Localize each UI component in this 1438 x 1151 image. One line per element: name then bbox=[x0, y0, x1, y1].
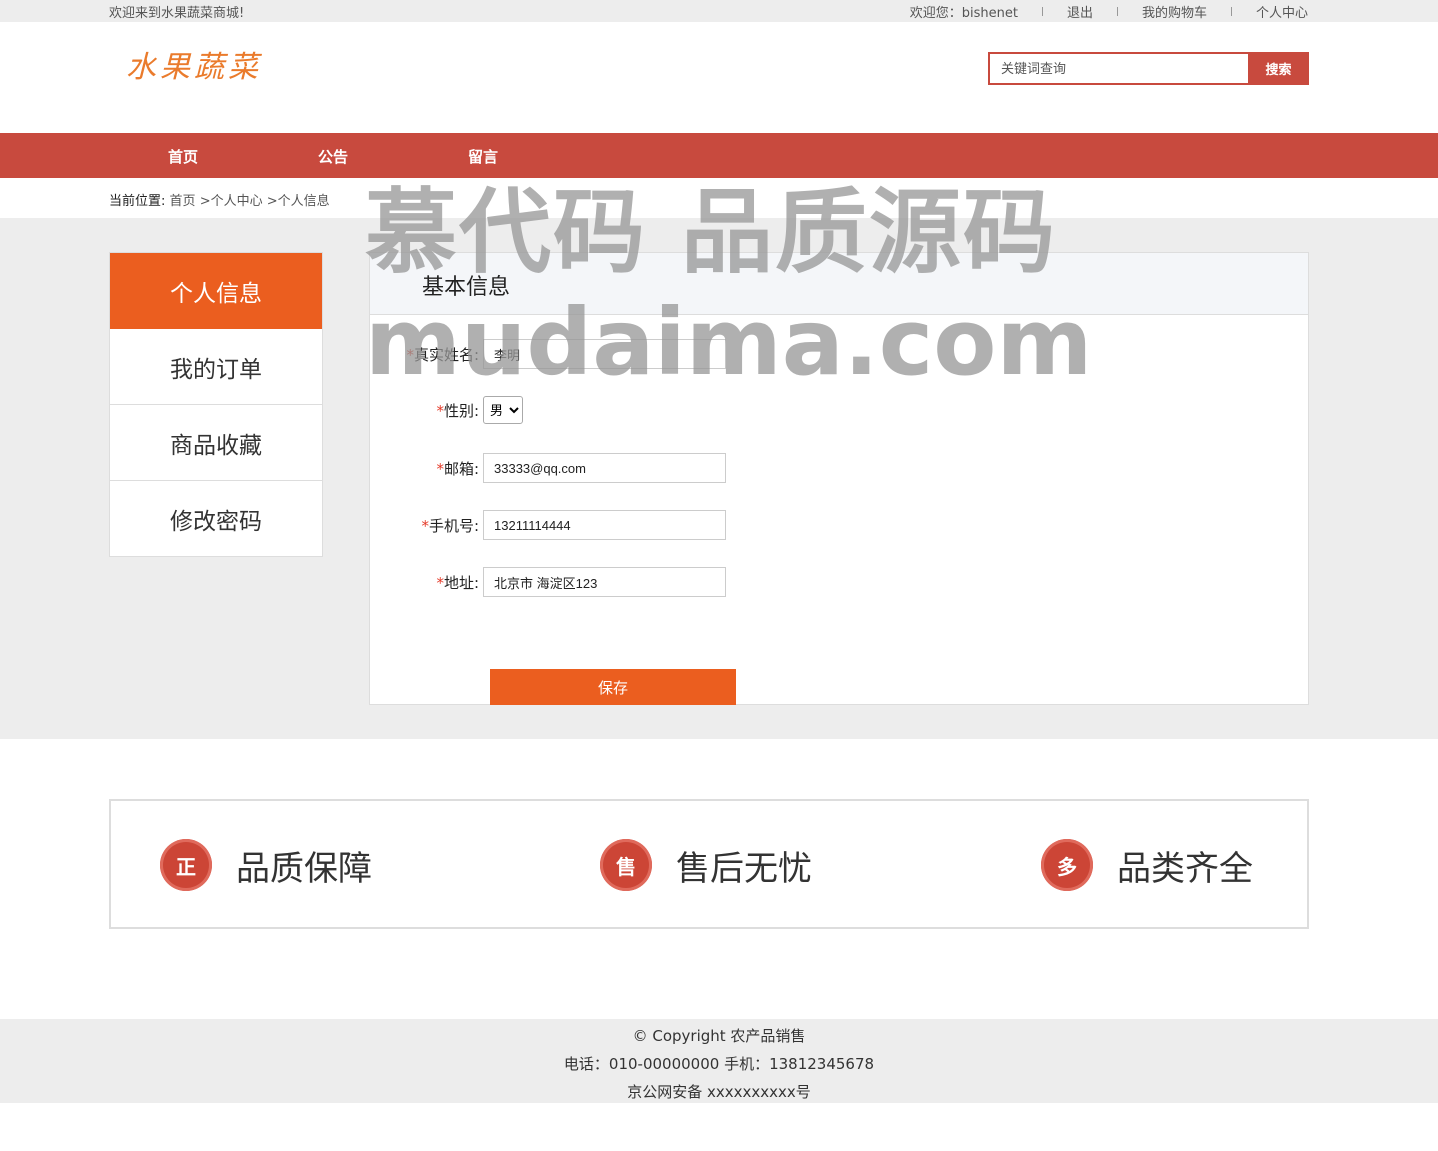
feature-text: 品类齐全 bbox=[1117, 848, 1253, 889]
breadcrumb: 当前位置: 首页 >个人中心 >个人信息 bbox=[109, 190, 330, 209]
footer-copyright: © Copyright 农产品销售 bbox=[632, 1027, 806, 1045]
user-greeting: 欢迎您：bishenet bbox=[909, 6, 1018, 21]
footer-icp: 京公网安备 xxxxxxxxxx号 bbox=[627, 1083, 811, 1101]
certified-icon: 正 bbox=[160, 839, 212, 891]
divider bbox=[1230, 7, 1232, 16]
form-row-address: *地址: bbox=[370, 567, 726, 597]
save-button[interactable]: 保存 bbox=[490, 669, 736, 705]
site-logo[interactable]: 水果蔬菜 bbox=[126, 42, 262, 86]
sidebar: 个人信息 我的订单 商品收藏 修改密码 bbox=[109, 252, 323, 557]
name-label: *真实姓名: bbox=[406, 345, 479, 364]
address-label: *地址: bbox=[436, 573, 479, 592]
form-row-gender: *性别: 男 bbox=[370, 396, 523, 424]
footer: © Copyright 农产品销售 电话：010-00000000 手机：138… bbox=[0, 1019, 1438, 1103]
address-field[interactable] bbox=[483, 567, 726, 597]
panel-title: 基本信息 bbox=[422, 275, 511, 300]
nav-item-home[interactable]: 首页 bbox=[168, 146, 198, 167]
top-links: 欢迎您：bishenet 退出 我的购物车 个人中心 bbox=[910, 2, 1308, 21]
search-input[interactable] bbox=[988, 52, 1248, 85]
main-nav: 首页 公告 留言 bbox=[0, 133, 1438, 178]
email-label: *邮箱: bbox=[436, 459, 479, 478]
name-field[interactable] bbox=[483, 339, 726, 369]
feature-variety: 多 品类齐全 bbox=[1041, 839, 1253, 891]
cart-link[interactable]: 我的购物车 bbox=[1142, 2, 1207, 21]
feature-text: 品质保障 bbox=[236, 848, 372, 889]
footer-contact: 电话：010-00000000 手机：13812345678 bbox=[563, 1055, 875, 1073]
after-sales-icon: 售 bbox=[600, 839, 652, 891]
variety-icon: 多 bbox=[1041, 839, 1093, 891]
nav-item-notice[interactable]: 公告 bbox=[318, 146, 348, 167]
gender-select[interactable]: 男 bbox=[483, 396, 523, 424]
breadcrumb-home[interactable]: 首页 bbox=[170, 194, 196, 209]
feature-text: 售后无忧 bbox=[676, 848, 812, 889]
sidebar-item-orders[interactable]: 我的订单 bbox=[110, 329, 322, 405]
logout-link[interactable]: 退出 bbox=[1067, 2, 1093, 21]
profile-link[interactable]: 个人中心 bbox=[1256, 2, 1308, 21]
form-row-phone: *手机号: bbox=[370, 510, 726, 540]
nav-item-message[interactable]: 留言 bbox=[468, 146, 498, 167]
breadcrumb-profile[interactable]: >个人中心 bbox=[200, 194, 263, 209]
feature-after-sales: 售 售后无忧 bbox=[600, 839, 812, 891]
search-bar: 搜索 bbox=[988, 52, 1309, 85]
gender-label: *性别: bbox=[436, 401, 479, 420]
sidebar-item-profile[interactable]: 个人信息 bbox=[110, 253, 322, 329]
welcome-text: 欢迎来到水果蔬菜商城! bbox=[109, 6, 245, 21]
breadcrumb-prefix: 当前位置: bbox=[109, 194, 166, 209]
sidebar-item-password[interactable]: 修改密码 bbox=[110, 481, 322, 557]
search-button[interactable]: 搜索 bbox=[1248, 52, 1309, 85]
divider bbox=[1041, 7, 1043, 16]
feature-quality: 正 品质保障 bbox=[160, 839, 372, 891]
form-row-email: *邮箱: bbox=[370, 453, 726, 483]
sidebar-item-favorites[interactable]: 商品收藏 bbox=[110, 405, 322, 481]
email-field[interactable] bbox=[483, 453, 726, 483]
phone-label: *手机号: bbox=[421, 516, 479, 535]
features-box: 正 品质保障 售 售后无忧 多 品类齐全 bbox=[109, 799, 1309, 929]
breadcrumb-current: >个人信息 bbox=[266, 194, 330, 209]
form-row-name: *真实姓名: bbox=[370, 339, 726, 369]
panel-header: 基本信息 bbox=[370, 253, 1308, 315]
profile-panel: 基本信息 *真实姓名: *性别: 男 *邮箱: *手机号: *地址: 保存 bbox=[369, 252, 1309, 705]
top-bar: 欢迎来到水果蔬菜商城! 欢迎您：bishenet 退出 我的购物车 个人中心 bbox=[0, 0, 1438, 22]
divider bbox=[1116, 7, 1118, 16]
phone-field[interactable] bbox=[483, 510, 726, 540]
